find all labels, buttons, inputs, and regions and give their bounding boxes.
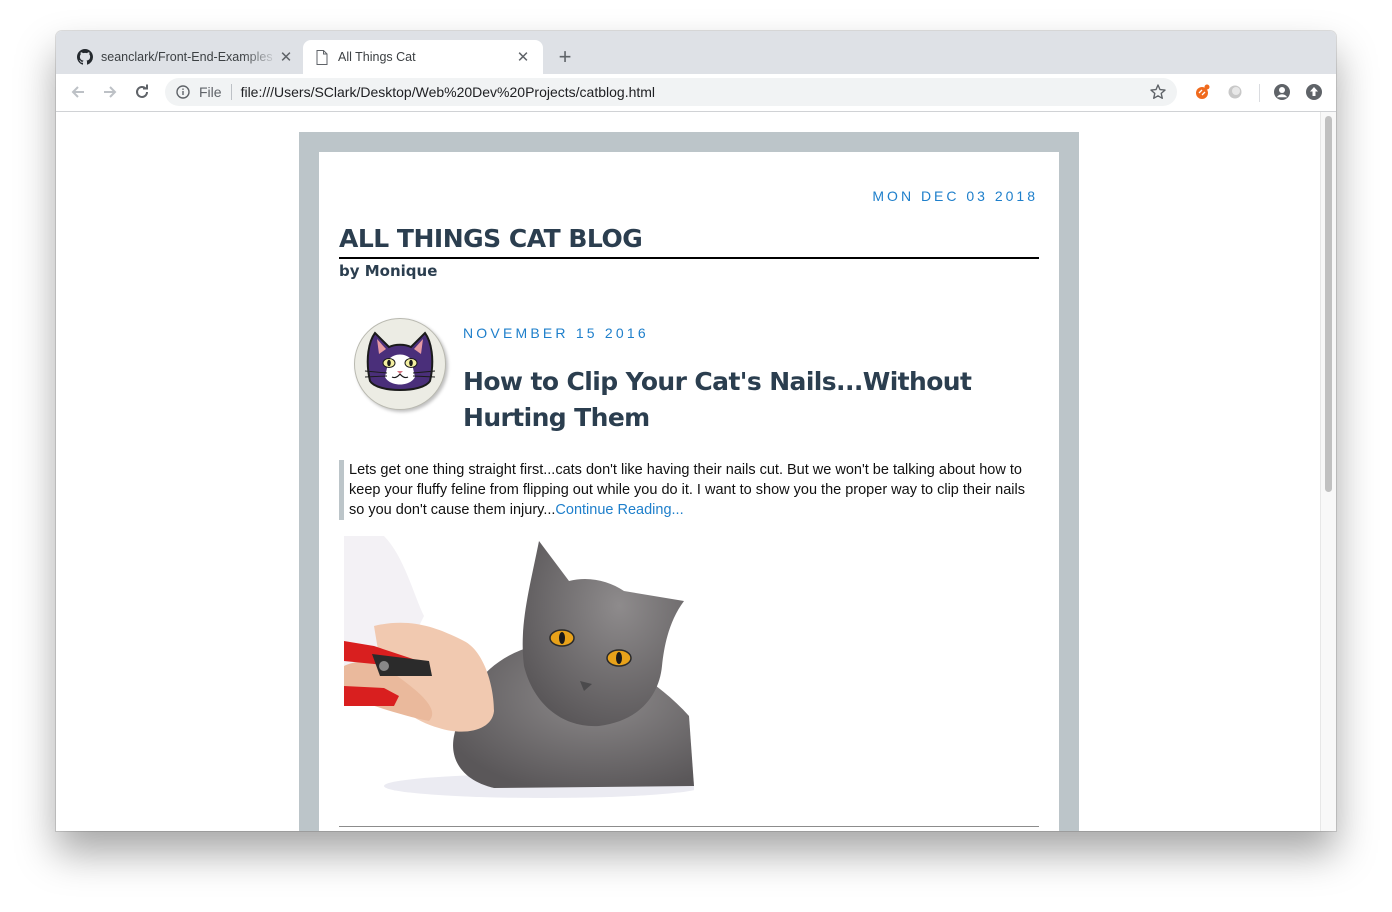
back-icon[interactable]	[66, 80, 90, 104]
continue-reading-link[interactable]: Continue Reading...	[555, 502, 683, 518]
tab-strip: seanclark/Front-End-Examples ✕ All Thing…	[56, 31, 1336, 74]
tab-title: All Things Cat	[338, 50, 416, 64]
address-bar[interactable]: File file:///Users/SClark/Desktop/Web%20…	[165, 78, 1177, 106]
close-tab-icon[interactable]: ✕	[278, 49, 294, 66]
blog-title: ALL THINGS CAT BLOG	[339, 222, 1039, 259]
tab-title: seanclark/Front-End-Examples	[101, 50, 273, 64]
current-date: MON DEC 03 2018	[872, 188, 1038, 204]
reload-icon[interactable]	[130, 80, 154, 104]
page-frame: MON DEC 03 2018 ALL THINGS CAT BLOG by M…	[299, 132, 1079, 831]
excerpt-text: Lets get one thing straight first...cats…	[349, 462, 1025, 518]
update-icon[interactable]	[1304, 82, 1324, 102]
github-icon	[77, 49, 93, 65]
browser-toolbar: File file:///Users/SClark/Desktop/Web%20…	[56, 74, 1336, 112]
tab-all-things-cat[interactable]: All Things Cat ✕	[303, 40, 543, 74]
byline: by Monique	[339, 262, 438, 280]
close-tab-icon[interactable]: ✕	[515, 49, 531, 66]
page-icon	[314, 49, 330, 65]
post-divider	[339, 826, 1039, 827]
url-text[interactable]: file:///Users/SClark/Desktop/Web%20Dev%2…	[241, 84, 655, 100]
scrollbar-thumb[interactable]	[1325, 116, 1332, 492]
divider	[230, 84, 232, 100]
profile-icon[interactable]	[1272, 82, 1292, 102]
extension-gray-icon[interactable]	[1225, 82, 1245, 102]
browser-window: seanclark/Front-End-Examples ✕ All Thing…	[56, 31, 1336, 831]
post-excerpt: Lets get one thing straight first...cats…	[339, 460, 1041, 520]
blog-paper: MON DEC 03 2018 ALL THINGS CAT BLOG by M…	[319, 152, 1059, 831]
info-icon[interactable]	[175, 84, 191, 100]
extension-orange-icon[interactable]	[1193, 82, 1213, 102]
post-date: NOVEMBER 15 2016	[463, 325, 649, 341]
toolbar-divider	[1259, 84, 1260, 102]
post-title[interactable]: How to Clip Your Cat's Nails...Without H…	[463, 364, 1043, 436]
vertical-scrollbar[interactable]	[1320, 112, 1336, 831]
tab-github[interactable]: seanclark/Front-End-Examples ✕	[66, 40, 306, 74]
scheme-label: File	[199, 84, 222, 100]
page-viewport[interactable]: MON DEC 03 2018 ALL THINGS CAT BLOG by M…	[56, 112, 1336, 831]
new-tab-icon[interactable]: +	[553, 44, 577, 69]
forward-icon[interactable]	[98, 80, 122, 104]
bookmark-star-icon[interactable]	[1149, 83, 1167, 101]
post-image	[344, 536, 694, 798]
cat-avatar	[354, 318, 446, 410]
